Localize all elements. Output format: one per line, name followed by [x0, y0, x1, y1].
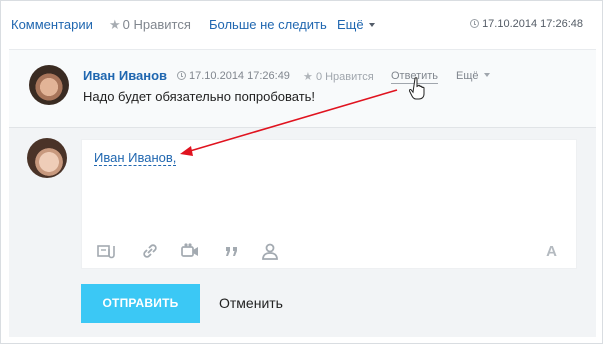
- clock-icon: [177, 71, 186, 80]
- comments-link[interactable]: Комментарии: [11, 17, 93, 32]
- post-action-bar: Комментарии ★ 0 Нравится Больше не следит…: [1, 1, 603, 49]
- comment-widget: Комментарии ★ 0 Нравится Больше не следит…: [0, 0, 603, 344]
- post-date-value: 17.10.2014 17:26:48: [482, 18, 583, 30]
- avatar: [27, 138, 67, 178]
- mention-suffix: ,: [172, 150, 177, 165]
- reply-form: Иван Иванов, A ОТПРАВИТЬ Отменить: [9, 127, 596, 337]
- comment-date-value: 17.10.2014 17:26:49: [189, 70, 290, 82]
- reply-text-editor[interactable]: Иван Иванов, A: [81, 139, 577, 269]
- video-icon[interactable]: [181, 242, 199, 260]
- mention-user-icon[interactable]: [261, 242, 279, 260]
- comment-more-label: Ещё: [456, 70, 479, 82]
- link-icon[interactable]: [141, 242, 159, 260]
- comment-text: Надо будет обязательно попробовать!: [83, 89, 316, 104]
- user-mention-link[interactable]: Иван Иванов,: [94, 150, 177, 166]
- hand-cursor-icon: [409, 77, 425, 100]
- post-more-menu[interactable]: Ещё: [337, 17, 375, 32]
- star-icon: ★: [109, 17, 121, 32]
- mention-name: Иван Иванов: [94, 150, 173, 165]
- attach-file-icon[interactable]: [97, 242, 115, 260]
- send-button[interactable]: ОТПРАВИТЬ: [81, 284, 200, 323]
- star-icon: ★: [303, 71, 313, 83]
- comment-like-button[interactable]: ★ 0 Нравится: [303, 70, 374, 83]
- font-format-icon[interactable]: A: [546, 243, 557, 260]
- cancel-button[interactable]: Отменить: [219, 295, 283, 311]
- post-like-label: 0 Нравится: [122, 17, 191, 32]
- avatar[interactable]: [29, 65, 69, 105]
- chevron-down-icon: [483, 73, 490, 77]
- comment-item: Иван Иванов 17.10.2014 17:26:49 ★ 0 Нрав…: [9, 49, 596, 127]
- clock-icon: [470, 19, 480, 28]
- editor-toolbar: A: [97, 242, 567, 262]
- quote-icon[interactable]: [223, 242, 241, 260]
- post-more-label: Ещё: [337, 17, 364, 32]
- chevron-down-icon: [368, 23, 375, 27]
- comment-author[interactable]: Иван Иванов: [83, 68, 167, 83]
- comment-date: 17.10.2014 17:26:49: [177, 70, 290, 82]
- comment-more-menu[interactable]: Ещё: [456, 70, 490, 82]
- post-date: 17.10.2014 17:26:48: [470, 18, 583, 30]
- unfollow-link[interactable]: Больше не следить: [209, 17, 327, 32]
- comment-like-label: 0 Нравится: [315, 71, 374, 83]
- post-like-button[interactable]: ★ 0 Нравится: [109, 17, 191, 33]
